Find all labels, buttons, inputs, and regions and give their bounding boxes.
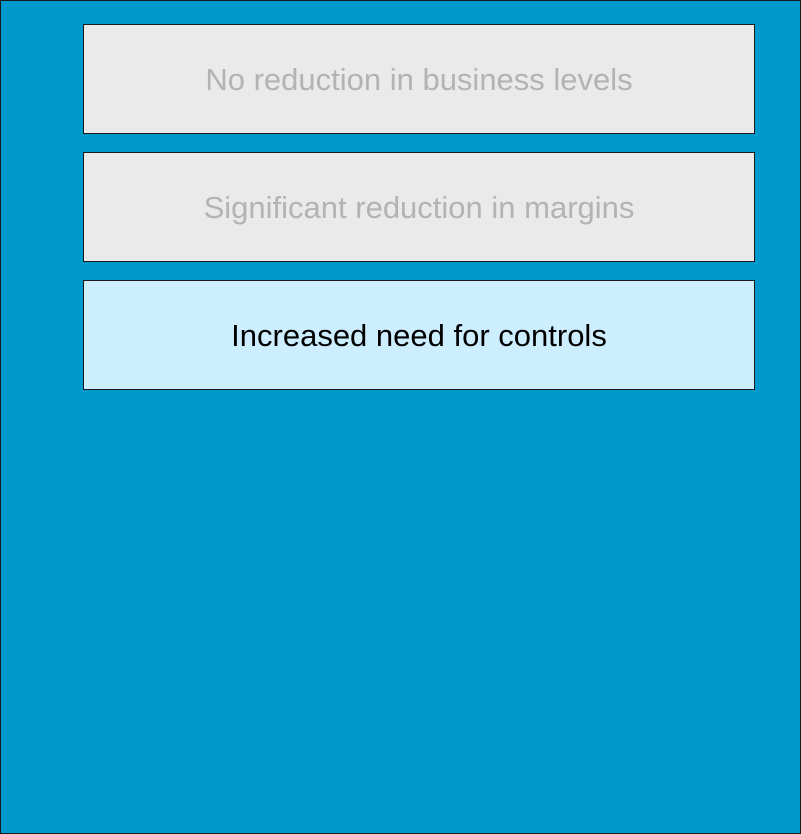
item-box-controls: Increased need for controls <box>83 280 755 390</box>
item-label: No reduction in business levels <box>205 61 633 97</box>
diagram-panel: No reduction in business levels Signific… <box>0 0 801 834</box>
item-box-business-levels: No reduction in business levels <box>83 24 755 134</box>
item-label: Significant reduction in margins <box>203 189 635 225</box>
item-label: Increased need for controls <box>231 317 607 353</box>
item-box-margins: Significant reduction in margins <box>83 152 755 262</box>
